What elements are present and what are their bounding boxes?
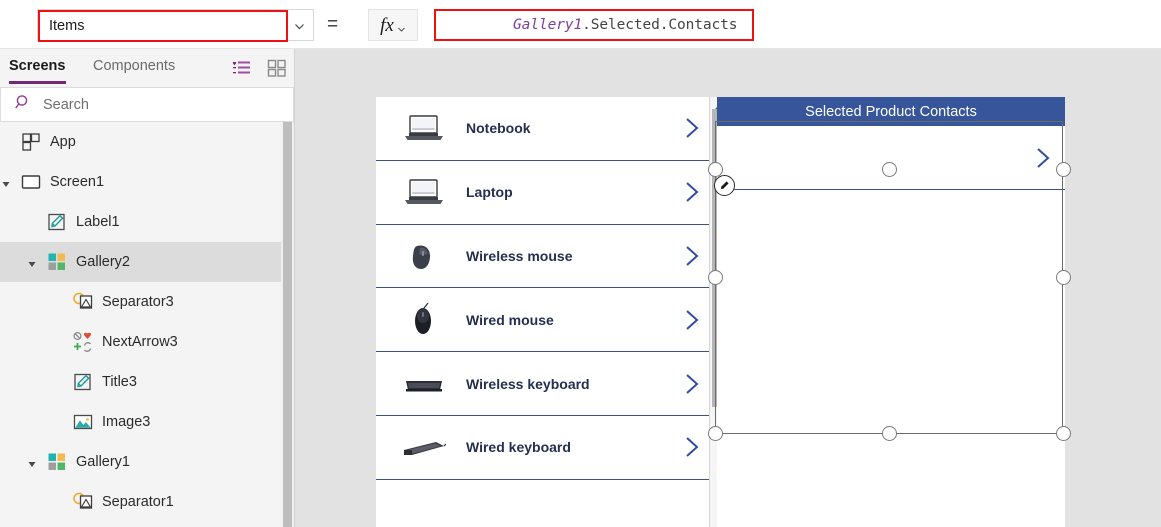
wireless-mouse-thumbnail	[402, 239, 446, 273]
resize-handle-top-right[interactable]	[1055, 162, 1071, 177]
tree-item-list: App Screen1 Label1 Gallery2 Separator3 NextAr…	[0, 122, 294, 527]
separator-icon	[72, 291, 94, 313]
chevron-right-icon[interactable]	[683, 244, 702, 268]
chevron-right-icon[interactable]	[683, 308, 702, 332]
gallery-icon	[46, 451, 68, 473]
chevron-down-icon[interactable]	[292, 19, 306, 33]
function-button[interactable]: fx	[368, 9, 418, 41]
tree-item-label: NextArrow3	[102, 334, 178, 350]
tree-item-separator3[interactable]: Separator3	[0, 282, 294, 322]
gallery1-item-label: Laptop	[466, 184, 513, 201]
gallery1-item-label: Wireless mouse	[466, 247, 573, 264]
tree-item-nextarrow3[interactable]: NextArrow3	[0, 322, 294, 362]
resize-handle-middle-right[interactable]	[1055, 270, 1071, 285]
gallery1-item-label: Notebook	[466, 120, 531, 137]
search-icon	[15, 94, 32, 116]
gallery-icon	[46, 251, 68, 273]
app-root: Items = fx Gallery1.Selected.Contacts Sc…	[0, 0, 1161, 527]
app-icon	[20, 131, 42, 153]
active-tab-indicator	[9, 81, 66, 84]
tree-item-label1[interactable]: Label1	[0, 202, 294, 242]
separator-icon	[72, 491, 94, 513]
tree-item-label: Separator3	[102, 294, 174, 310]
gallery1-item-label: Wired mouse	[466, 311, 554, 328]
equals-sign: =	[327, 14, 339, 35]
chevron-right-icon[interactable]	[683, 372, 702, 396]
gallery1-item-label: Wired keyboard	[466, 439, 571, 456]
formula-text: Gallery1.Selected.Contacts	[444, 11, 738, 39]
tree-item-gallery1[interactable]: Gallery1	[0, 442, 294, 482]
tree-item-label: Separator1	[102, 494, 174, 510]
tree-panel-scrollbar[interactable]	[281, 122, 294, 527]
tree-item-separator1[interactable]: Separator1	[0, 482, 294, 522]
chevron-down-icon[interactable]	[397, 21, 406, 32]
tab-screens[interactable]: Screens	[9, 58, 65, 74]
formula-input[interactable]: Gallery1.Selected.Contacts	[434, 9, 754, 41]
tree-expander-icon[interactable]	[27, 257, 37, 267]
label-icon	[46, 211, 68, 233]
pencil-icon[interactable]	[714, 175, 735, 196]
formula-properties: .Selected.Contacts	[582, 17, 738, 33]
resize-handle-bottom-right[interactable]	[1055, 426, 1071, 441]
gallery1-item[interactable]: Wired mouse	[376, 288, 714, 353]
tree-item-label: Gallery2	[76, 254, 130, 270]
tree-expander-icon[interactable]	[27, 457, 37, 467]
tree-scrollbar-thumb[interactable]	[283, 122, 292, 527]
formula-toolbar: Items = fx Gallery1.Selected.Contacts	[0, 0, 1161, 49]
gallery1-item[interactable]: Laptop	[376, 160, 714, 225]
tab-components[interactable]: Components	[93, 58, 175, 74]
tree-item-label: Title3	[102, 374, 137, 390]
gallery1-item[interactable]: Wired keyboard	[376, 415, 714, 480]
grid-view-icon[interactable]	[267, 59, 287, 77]
tree-item-app[interactable]: App	[0, 122, 294, 162]
tree-expander-icon[interactable]	[1, 177, 11, 187]
function-icon: fx	[380, 14, 394, 36]
tree-item-label: Label1	[76, 214, 120, 230]
wired-keyboard-thumbnail	[402, 430, 447, 464]
tree-item-title3[interactable]: Title3	[0, 362, 294, 402]
tree-item-image3[interactable]: Image3	[0, 402, 294, 442]
screen-icon	[20, 171, 42, 193]
resize-handle-bottom-center[interactable]	[882, 426, 897, 441]
resize-handle-middle-left[interactable]	[708, 270, 723, 285]
laptop-thumbnail	[402, 175, 446, 209]
resize-handle-bottom-left[interactable]	[708, 426, 723, 441]
search-placeholder: Search	[43, 96, 89, 113]
search-input[interactable]: Search	[0, 87, 294, 122]
chevron-right-icon[interactable]	[1034, 146, 1053, 170]
tree-item-screen1[interactable]: Screen1	[0, 162, 294, 202]
formula-reference: Gallery1	[513, 17, 583, 33]
chevron-right-icon[interactable]	[683, 435, 702, 459]
tree-tab-bar: Screens Components	[0, 49, 294, 87]
gallery2-header-title: Selected Product Contacts	[717, 97, 1065, 126]
app-canvas: Notebook Laptop Wireless mouse Wired mouse W…	[295, 49, 1161, 527]
gallery1-control[interactable]: Notebook Laptop Wireless mouse Wired mouse W…	[376, 97, 714, 527]
gallery1-item[interactable]: Wireless keyboard	[376, 352, 714, 416]
wireless-keyboard-thumbnail	[402, 367, 446, 401]
chevron-right-icon[interactable]	[683, 116, 702, 140]
tree-item-label: Image3	[102, 414, 151, 430]
wired-mouse-thumbnail	[402, 302, 446, 337]
resize-handle-top-center[interactable]	[882, 162, 897, 177]
gallery1-item[interactable]: Wireless mouse	[376, 224, 714, 289]
property-value: Items	[49, 17, 85, 34]
notebook-thumbnail	[402, 111, 446, 145]
gallery1-item-label: Wireless keyboard	[466, 375, 590, 392]
tree-view-panel: Screens Components Search App Screen1 La…	[0, 49, 295, 527]
image-icon	[72, 411, 94, 433]
tree-item-gallery2[interactable]: Gallery2	[0, 242, 294, 282]
tree-item-label: Gallery1	[76, 454, 130, 470]
tree-view-icon[interactable]	[232, 59, 252, 77]
tree-item-label: App	[50, 134, 76, 150]
tree-item-label: Screen1	[50, 174, 105, 190]
nextarrow-icon	[72, 331, 94, 353]
property-dropdown[interactable]: Items	[38, 10, 288, 42]
property-selector[interactable]: Items	[37, 9, 314, 42]
label-icon	[72, 371, 94, 393]
gallery1-item[interactable]: Notebook	[376, 97, 714, 161]
chevron-right-icon[interactable]	[683, 180, 702, 204]
gallery2-empty-row[interactable]	[717, 126, 1065, 190]
